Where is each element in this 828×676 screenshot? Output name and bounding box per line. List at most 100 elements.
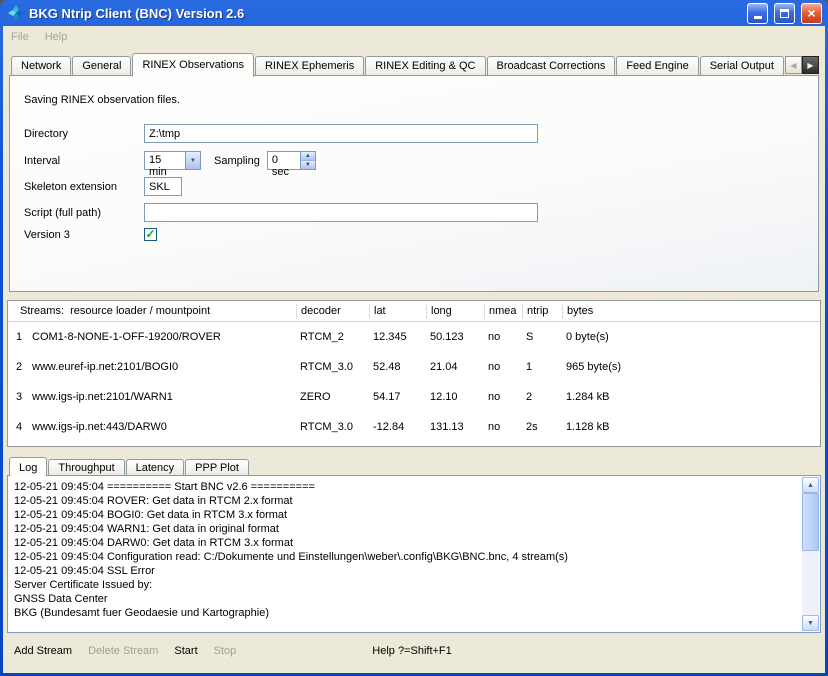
- tab-rinex-observations[interactable]: RINEX Observations: [132, 53, 253, 77]
- cell-bytes: 965 byte(s): [562, 361, 820, 373]
- chevron-down-icon[interactable]: ▼: [185, 152, 200, 169]
- cell-nmea: no: [484, 361, 522, 373]
- log-line: 12-05-21 09:45:04 Configuration read: C:…: [14, 550, 796, 564]
- menu-file[interactable]: File: [11, 31, 29, 43]
- menu-help[interactable]: Help: [45, 31, 68, 43]
- interval-label: Interval: [24, 155, 144, 167]
- minimize-button[interactable]: [747, 3, 768, 24]
- cell-nmea: no: [484, 331, 522, 343]
- tab-ppp-plot[interactable]: PPP Plot: [185, 459, 249, 476]
- add-stream-button[interactable]: Add Stream: [14, 645, 72, 657]
- bottom-tab-widget: Log Throughput Latency PPP Plot 12-05-21…: [7, 456, 821, 633]
- cell-ntrip: 2s: [522, 421, 562, 433]
- bottom-tabstrip: Log Throughput Latency PPP Plot: [7, 456, 821, 476]
- table-row[interactable]: 3 www.igs-ip.net:2101/WARN1 ZERO 54.17 1…: [8, 382, 820, 412]
- scrollbar-track[interactable]: [802, 493, 819, 615]
- cell-long: 21.04: [426, 361, 484, 373]
- log-line: 12-05-21 09:45:04 SSL Error: [14, 564, 796, 578]
- cell-mountpoint: COM1-8-NONE-1-OFF-19200/ROVER: [30, 331, 296, 343]
- row-number: 4: [8, 421, 30, 433]
- streams-table-header: Streams: resource loader / mountpoint de…: [8, 301, 820, 322]
- tab-scroll-left-button[interactable]: ◀: [785, 56, 802, 74]
- tab-broadcast-corrections[interactable]: Broadcast Corrections: [487, 56, 616, 76]
- tab-log[interactable]: Log: [9, 457, 47, 477]
- log-panel: 12-05-21 09:45:04 ========== Start BNC v…: [7, 475, 821, 633]
- cell-lat: 54.17: [369, 391, 426, 403]
- tab-scrollers: ◀ ▶: [785, 56, 819, 74]
- version3-row: Version 3 ✓: [24, 228, 157, 241]
- tab-general[interactable]: General: [72, 56, 131, 76]
- streams-table: Streams: resource loader / mountpoint de…: [7, 300, 821, 447]
- close-button[interactable]: ×: [801, 3, 822, 24]
- scroll-up-icon[interactable]: ▲: [802, 477, 819, 493]
- cell-decoder: RTCM_2: [296, 331, 369, 343]
- tab-feed-engine[interactable]: Feed Engine: [616, 56, 698, 76]
- cell-lat: 12.345: [369, 331, 426, 343]
- cell-nmea: no: [484, 391, 522, 403]
- maximize-icon: [780, 9, 789, 18]
- tab-throughput[interactable]: Throughput: [48, 459, 124, 476]
- cell-nmea: no: [484, 421, 522, 433]
- directory-input[interactable]: [144, 124, 538, 143]
- log-scrollbar[interactable]: ▲ ▼: [802, 477, 819, 631]
- row-number: 1: [8, 331, 30, 343]
- version3-checkbox[interactable]: ✓: [144, 228, 157, 241]
- header-long[interactable]: long: [426, 304, 484, 319]
- table-row[interactable]: 4 www.igs-ip.net:443/DARW0 RTCM_3.0 -12.…: [8, 412, 820, 442]
- scrollbar-thumb[interactable]: [802, 493, 819, 551]
- header-nmea[interactable]: nmea: [484, 304, 522, 319]
- rinex-observations-panel: Saving RINEX observation files. Director…: [9, 75, 819, 292]
- titlebar[interactable]: BKG Ntrip Client (BNC) Version 2.6 ×: [3, 0, 825, 26]
- sampling-spin-buttons: ▲ ▼: [300, 152, 315, 169]
- tab-latency[interactable]: Latency: [126, 459, 185, 476]
- cell-ntrip: S: [522, 331, 562, 343]
- cell-lat: -12.84: [369, 421, 426, 433]
- tab-rinex-editing-qc[interactable]: RINEX Editing & QC: [365, 56, 485, 76]
- cell-ntrip: 2: [522, 391, 562, 403]
- header-mountpoint[interactable]: Streams: resource loader / mountpoint: [8, 304, 296, 319]
- table-row[interactable]: 2 www.euref-ip.net:2101/BOGI0 RTCM_3.0 5…: [8, 352, 820, 382]
- header-bytes[interactable]: bytes: [562, 304, 820, 319]
- log-text[interactable]: 12-05-21 09:45:04 ========== Start BNC v…: [8, 476, 820, 632]
- skeleton-extension-label: Skeleton extension: [24, 181, 144, 193]
- log-line: Server Certificate Issued by:: [14, 578, 796, 592]
- maximize-button[interactable]: [774, 3, 795, 24]
- client-area: File Help Network General RINEX Observat…: [3, 26, 825, 673]
- window-title: BKG Ntrip Client (BNC) Version 2.6: [29, 6, 741, 21]
- cell-bytes: 1.284 kB: [562, 391, 820, 403]
- log-line: 12-05-21 09:45:04 ========== Start BNC v…: [14, 480, 796, 494]
- script-path-label: Script (full path): [24, 207, 144, 219]
- help-shortcut-label: Help ?=Shift+F1: [372, 645, 452, 657]
- log-line: GNSS Data Center: [14, 592, 796, 606]
- main-tabstrip: Network General RINEX Observations RINEX…: [9, 52, 819, 76]
- tab-serial-output[interactable]: Serial Output: [700, 56, 784, 76]
- spin-up-icon[interactable]: ▲: [301, 152, 315, 160]
- header-decoder[interactable]: decoder: [296, 304, 369, 319]
- spin-down-icon[interactable]: ▼: [301, 160, 315, 169]
- skeleton-extension-input[interactable]: [144, 177, 182, 196]
- cell-bytes: 1.128 kB: [562, 421, 820, 433]
- directory-row: Directory: [24, 124, 538, 143]
- delete-stream-button[interactable]: Delete Stream: [88, 645, 158, 657]
- sampling-spinbox[interactable]: 0 sec ▲ ▼: [267, 151, 316, 170]
- script-path-input[interactable]: [144, 203, 538, 222]
- table-row[interactable]: 1 COM1-8-NONE-1-OFF-19200/ROVER RTCM_2 1…: [8, 322, 820, 352]
- log-line: 12-05-21 09:45:04 WARN1: Get data in ori…: [14, 522, 796, 536]
- tab-network[interactable]: Network: [11, 56, 71, 76]
- interval-combobox[interactable]: 15 min ▼: [144, 151, 201, 170]
- main-tab-widget: Network General RINEX Observations RINEX…: [9, 52, 819, 292]
- tab-rinex-ephemeris[interactable]: RINEX Ephemeris: [255, 56, 364, 76]
- header-ntrip[interactable]: ntrip: [522, 304, 562, 319]
- sampling-value: 0 sec: [268, 152, 300, 169]
- cell-mountpoint: www.igs-ip.net:443/DARW0: [30, 421, 296, 433]
- stop-button[interactable]: Stop: [214, 645, 237, 657]
- log-line: 12-05-21 09:45:04 BOGI0: Get data in RTC…: [14, 508, 796, 522]
- log-line: 12-05-21 09:45:04 ROVER: Get data in RTC…: [14, 494, 796, 508]
- header-lat[interactable]: lat: [369, 304, 426, 319]
- cell-decoder: ZERO: [296, 391, 369, 403]
- scroll-down-icon[interactable]: ▼: [802, 615, 819, 631]
- tab-scroll-right-button[interactable]: ▶: [802, 56, 819, 74]
- row-number: 2: [8, 361, 30, 373]
- start-button[interactable]: Start: [174, 645, 197, 657]
- footer-bar: Add Stream Delete Stream Start Stop Help…: [3, 638, 825, 664]
